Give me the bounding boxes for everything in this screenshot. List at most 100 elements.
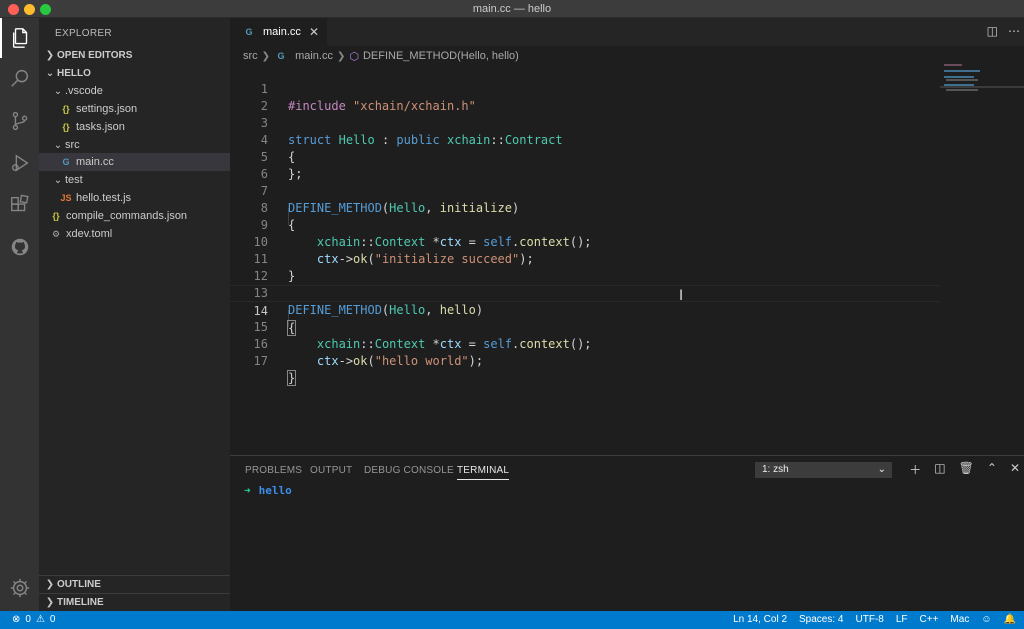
window-title: main.cc — hello xyxy=(472,3,552,15)
file-main-cc[interactable]: G main.cc xyxy=(39,153,230,171)
chevron-down-icon: ⌄ xyxy=(53,139,63,151)
file-xdev-toml[interactable]: ⚙ xdev.toml xyxy=(39,225,230,243)
code-line: 3 struct Hello : public xchain::Contract xyxy=(230,98,940,147)
tree-item-label: xdev.toml xyxy=(66,228,113,240)
terminal-select-value: 1: zsh xyxy=(762,464,789,475)
close-icon[interactable]: ✕ xyxy=(309,25,319,39)
minimap-line xyxy=(946,79,978,81)
file-hello-test-js[interactable]: JS hello.test.js xyxy=(39,189,230,207)
cursor-position[interactable]: Ln 14, Col 2 xyxy=(733,614,787,625)
tree-item-label: test xyxy=(65,174,83,186)
tree-item-label: main.cc xyxy=(76,156,114,168)
tree-item-label: tasks.json xyxy=(76,121,125,133)
json-file-icon: {} xyxy=(62,122,70,132)
panel-actions: ＋ ◫ 🗑 ⌃ ✕ xyxy=(909,461,1020,478)
explorer-icon[interactable] xyxy=(0,18,39,58)
tab-output[interactable]: OUTPUT xyxy=(310,465,352,476)
tab-terminal[interactable]: TERMINAL xyxy=(457,465,510,480)
code-line: 17 } xyxy=(230,336,940,386)
tree-item-label: settings.json xyxy=(76,103,138,115)
prompt-arrow: ➜ xyxy=(244,484,251,497)
title-bar: main.cc — hello xyxy=(0,0,1024,18)
tree-item-label: hello.test.js xyxy=(76,192,132,204)
code-line: 16 ctx->ok("hello world"); xyxy=(230,319,940,368)
folder-test[interactable]: ⌄ test xyxy=(39,171,230,189)
terminal-prompt[interactable]: ➜ hello xyxy=(244,484,292,497)
maximize-panel-icon[interactable]: ⌃ xyxy=(987,461,997,478)
chevron-right-icon: ❯ xyxy=(45,579,55,590)
file-compile-commands-json[interactable]: {} compile_commands.json xyxy=(39,207,230,225)
error-count: 0 xyxy=(25,614,31,625)
language-mode[interactable]: C++ xyxy=(920,614,939,625)
status-bar: ⊗ 0 ⚠ 0 Ln 14, Col 2 Spaces: 4 UTF-8 LF … xyxy=(0,611,1024,629)
code-editor[interactable]: 1 #include "xchain/xchain.h" 2 3 struct … xyxy=(230,64,940,454)
minimap[interactable] xyxy=(940,64,1024,454)
gear-file-icon: ⚙ xyxy=(51,228,61,239)
explorer-sidebar: EXPLORER ❯ OPEN EDITORS ⌄ HELLO ⌄ .vscod… xyxy=(39,18,230,611)
code-line: 9 xchain::Context *ctx = self.context(); xyxy=(230,200,940,249)
line-number: 17 xyxy=(253,354,268,368)
split-editor-icon[interactable]: ◫ xyxy=(987,24,998,38)
search-icon[interactable] xyxy=(0,58,39,98)
open-editors-section[interactable]: ❯ OPEN EDITORS xyxy=(39,46,230,64)
minimap-line xyxy=(944,76,974,78)
js-file-icon: JS xyxy=(60,193,72,203)
timeline-section[interactable]: ❯ TIMELINE xyxy=(39,593,230,611)
error-icon: ⊗ xyxy=(12,614,21,625)
file-tasks-json[interactable]: {} tasks.json xyxy=(39,118,230,136)
code-line: 8 { xyxy=(230,183,940,232)
warning-count: 0 xyxy=(49,614,56,625)
source-control-icon[interactable] xyxy=(0,101,39,141)
manage-gear-icon[interactable] xyxy=(0,568,39,608)
outline-section[interactable]: ❯ OUTLINE xyxy=(39,575,230,593)
code-line: 10 ctx->ok("initialize succeed"); xyxy=(230,217,940,266)
cpp-file-icon: G xyxy=(62,157,70,167)
split-terminal-icon[interactable]: ◫ xyxy=(934,461,945,478)
breadcrumb-item[interactable]: DEFINE_METHOD(Hello, hello) xyxy=(363,50,519,62)
status-problems[interactable]: ⊗ 0 ⚠ 0 xyxy=(12,614,55,625)
cpp-file-icon: G xyxy=(245,27,253,37)
outline-label: OUTLINE xyxy=(57,579,101,590)
tab-debug-console[interactable]: DEBUG CONSOLE xyxy=(364,465,454,476)
code-line: 7 DEFINE_METHOD(Hello, initialize) xyxy=(230,166,940,215)
more-actions-icon[interactable]: ⋯ xyxy=(1008,24,1020,38)
editor-tab-bar: G main.cc ✕ ◫ ⋯ xyxy=(230,18,1024,46)
platform[interactable]: Mac xyxy=(950,614,969,625)
code-line: 15 xchain::Context *ctx = self.context()… xyxy=(230,302,940,351)
close-panel-icon[interactable]: ✕ xyxy=(1010,461,1020,478)
run-debug-icon[interactable] xyxy=(0,143,39,183)
cpp-file-icon: G xyxy=(277,51,285,61)
chevron-right-icon: ❯ xyxy=(45,597,55,608)
activity-bar xyxy=(0,18,39,611)
folder-vscode[interactable]: ⌄ .vscode xyxy=(39,82,230,100)
new-terminal-icon[interactable]: ＋ xyxy=(909,461,921,478)
mouse-ibeam-cursor-icon: I xyxy=(679,288,684,304)
end-of-line[interactable]: LF xyxy=(896,614,908,625)
notifications-bell-icon[interactable]: 🔔 xyxy=(1004,614,1016,625)
timeline-label: TIMELINE xyxy=(57,597,104,608)
breadcrumb-item[interactable]: main.cc xyxy=(295,50,333,62)
tab-problems[interactable]: PROBLEMS xyxy=(245,465,302,476)
code-line: 11 } xyxy=(230,234,940,283)
feedback-icon[interactable]: ☺ xyxy=(981,614,991,625)
encoding[interactable]: UTF-8 xyxy=(856,614,884,625)
project-section[interactable]: ⌄ HELLO xyxy=(39,64,230,82)
chevron-right-icon: ❯ xyxy=(261,50,271,62)
folder-src[interactable]: ⌄ src xyxy=(39,136,230,154)
chevron-down-icon: ⌄ xyxy=(877,464,886,475)
project-label: HELLO xyxy=(57,67,91,79)
github-icon[interactable] xyxy=(0,227,39,267)
code-line-current: 14 { xyxy=(230,285,940,336)
extensions-icon[interactable] xyxy=(0,185,39,225)
tab-main-cc[interactable]: G main.cc ✕ xyxy=(230,18,327,46)
chevron-down-icon: ⌄ xyxy=(53,85,63,97)
terminal-select[interactable]: 1: zsh ⌄ xyxy=(755,462,892,478)
warning-icon: ⚠ xyxy=(35,614,45,625)
code-line: 5 }; xyxy=(230,132,940,181)
file-settings-json[interactable]: {} settings.json xyxy=(39,100,230,118)
code-line: 2 xyxy=(230,81,940,113)
indentation[interactable]: Spaces: 4 xyxy=(799,614,843,625)
chevron-right-icon: ❯ xyxy=(45,49,55,61)
breadcrumb-item[interactable]: src xyxy=(243,50,258,62)
trash-icon[interactable]: 🗑 xyxy=(959,461,974,478)
